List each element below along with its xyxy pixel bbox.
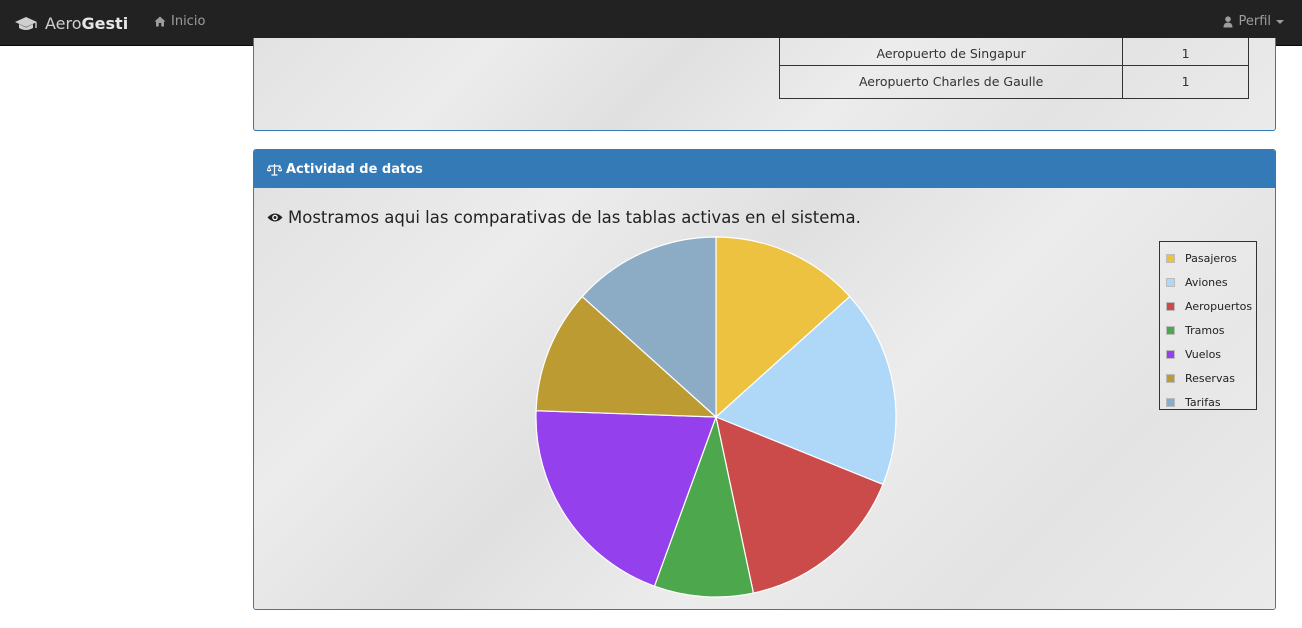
table-row: Aeropuerto Charles de Gaulle 1	[778, 64, 1249, 99]
legend-swatch	[1166, 325, 1175, 335]
airport-name-cell: Aeropuerto Charles de Gaulle	[778, 64, 1124, 99]
nav-profile-label: Perfil	[1238, 14, 1271, 29]
panel-subtitle-text: Mostramos aqui las comparativas de las t…	[288, 208, 861, 227]
home-icon	[154, 16, 166, 27]
legend-swatch	[1166, 301, 1175, 311]
balance-scale-icon	[267, 163, 282, 176]
legend-swatch	[1166, 349, 1175, 359]
legend-label: Reservas	[1185, 371, 1235, 385]
legend-swatch	[1166, 253, 1175, 263]
airport-name-cell: Aeropuerto de Singapur	[778, 38, 1124, 66]
legend-label: Tramos	[1185, 323, 1225, 337]
panel-subtitle: Mostramos aqui las comparativas de las t…	[267, 208, 861, 227]
legend-swatch	[1166, 373, 1175, 383]
user-icon	[1223, 15, 1233, 27]
nav-profile-dropdown[interactable]: Perfil	[1223, 14, 1284, 29]
brand-prefix: Aero	[45, 13, 82, 33]
legend-label: Tarifas	[1185, 395, 1221, 409]
legend-label: Vuelos	[1185, 347, 1222, 361]
panel-body: Mostramos aqui las comparativas de las t…	[254, 188, 1275, 609]
legend-item-pasajeros: Pasajeros	[1160, 246, 1256, 270]
legend-item-aviones: Aviones	[1160, 270, 1256, 294]
airports-table: Aeropuerto de Singapur 1 Aeropuerto Char…	[778, 38, 1249, 99]
airport-count-cell: 1	[1122, 64, 1249, 99]
legend-label: Pasajeros	[1185, 251, 1237, 265]
legend-label: Aeropuertos	[1185, 299, 1253, 313]
nav-home-label: Inicio	[171, 14, 206, 29]
panel-title: Actividad de datos	[286, 161, 423, 177]
brand-suffix: Gesti	[81, 13, 129, 33]
table-row: Aeropuerto de Singapur 1	[778, 38, 1249, 66]
legend-item-aeropuertos: Aeropuertos	[1160, 294, 1256, 318]
panel-heading: Actividad de datos	[254, 150, 1275, 188]
chart-legend: Pasajeros Aviones Aeropuertos Tramos Vuelos R…	[1159, 241, 1257, 410]
legend-item-tarifas: Tarifas	[1160, 390, 1256, 414]
airports-panel: Aeropuerto de Singapur 1 Aeropuerto Char…	[253, 38, 1276, 131]
legend-swatch	[1166, 277, 1175, 287]
legend-item-tramos: Tramos	[1160, 318, 1256, 342]
airport-count-cell: 1	[1122, 38, 1249, 66]
caret-down-icon	[1276, 19, 1284, 24]
eye-icon	[267, 213, 283, 222]
legend-item-reservas: Reservas	[1160, 366, 1256, 390]
nav-home-link[interactable]: Inicio	[154, 14, 205, 29]
legend-item-vuelos: Vuelos	[1160, 342, 1256, 366]
graduation-cap-icon	[15, 17, 37, 30]
legend-label: Aviones	[1185, 275, 1228, 289]
brand-logo[interactable]: Aero Gesti	[14, 11, 128, 35]
legend-swatch	[1166, 397, 1175, 407]
data-activity-panel: Actividad de datos Mostramos aqui las co…	[253, 149, 1276, 610]
pie-chart	[535, 236, 897, 598]
